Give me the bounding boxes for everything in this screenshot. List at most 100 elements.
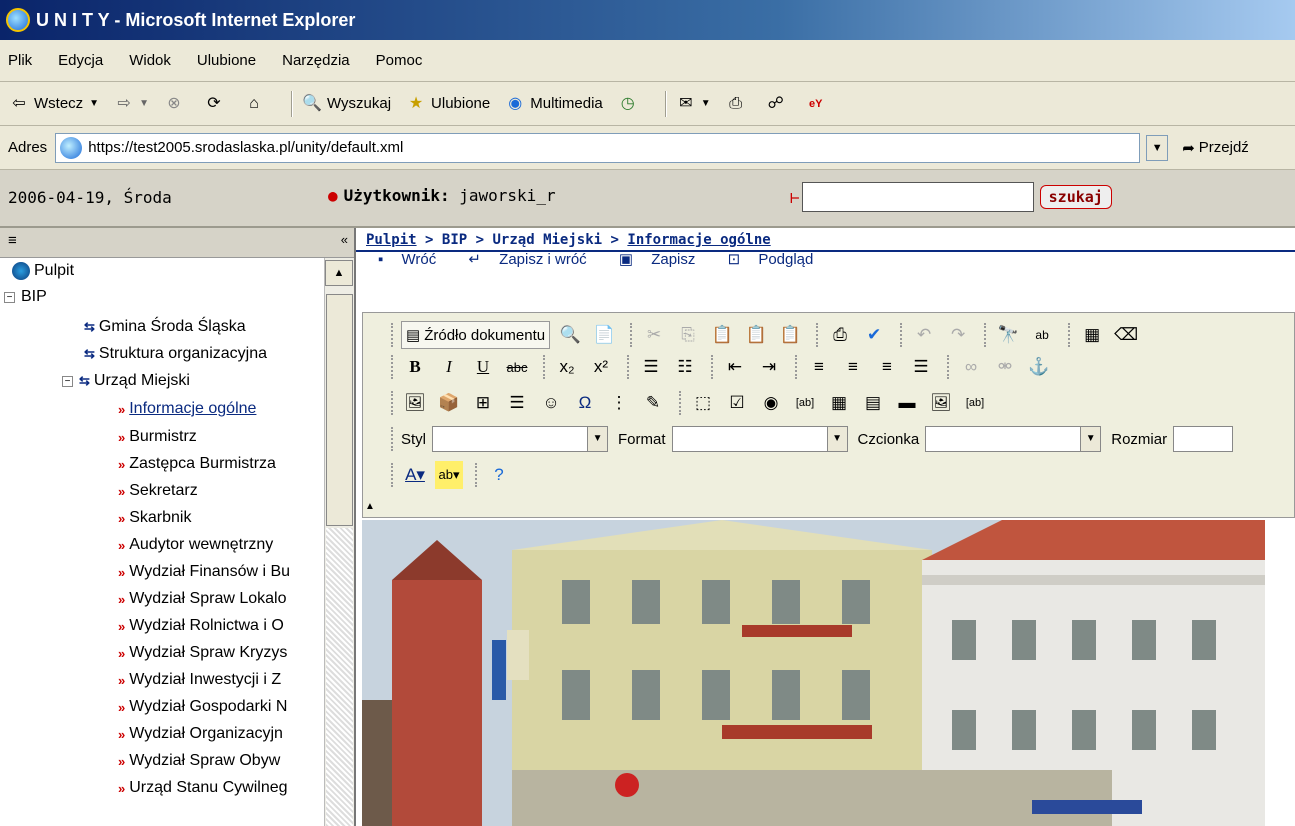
stop-button[interactable]: ⊗ — [163, 93, 189, 115]
outdent-icon[interactable]: ⇤ — [721, 353, 749, 381]
collapse-toggle-icon[interactable]: − — [62, 375, 73, 387]
template-icon[interactable]: 📄 — [590, 321, 618, 349]
preview-icon[interactable]: 🔍 — [556, 321, 584, 349]
preview-action[interactable]: ⊡ Podgląd — [728, 251, 828, 268]
tree-node[interactable]: ⇆ Struktura organizacyjna — [84, 345, 267, 363]
find-icon[interactable]: 🔭 — [994, 321, 1022, 349]
redo-icon[interactable]: ↷ — [944, 321, 972, 349]
sidebar-scrollbar[interactable]: ▲ — [324, 258, 354, 826]
search-submit-button[interactable]: szukaj — [1039, 185, 1112, 209]
form-icon[interactable]: ⬚ — [689, 389, 717, 417]
rule-icon[interactable]: ☰ — [503, 389, 531, 417]
tree-node[interactable]: » Wydział Gospodarki N — [118, 698, 287, 716]
image-button-icon[interactable]: 🖼 — [927, 389, 955, 417]
tree-node[interactable]: » Skarbnik — [118, 509, 191, 527]
media-button[interactable]: ◉ Multimedia — [504, 93, 603, 115]
style-select[interactable]: Styl ▼ — [401, 426, 609, 452]
search-input[interactable] — [801, 182, 1034, 212]
page-break-icon[interactable]: ⋮ — [605, 389, 633, 417]
textarea-icon[interactable]: ▦ — [825, 389, 853, 417]
print-button[interactable]: ⎙ — [725, 93, 751, 115]
tree-node[interactable]: » Wydział Spraw Kryzys — [118, 644, 287, 662]
tree-node[interactable]: » Wydział Finansów i Bu — [118, 563, 290, 581]
align-justify-icon[interactable]: ☰ — [907, 353, 935, 381]
radio-icon[interactable]: ◉ — [757, 389, 785, 417]
breadcrumb-bip[interactable]: BIP — [442, 232, 467, 248]
tree-node[interactable]: ⇆ Gmina Środa Śląska — [84, 318, 246, 336]
collapse-toggle-icon[interactable]: − — [4, 291, 15, 303]
help-icon[interactable]: ? — [485, 461, 513, 489]
tree-node[interactable]: » Burmistrz — [118, 428, 197, 446]
hidden-field-icon[interactable]: [ab] — [961, 389, 989, 417]
tree-node-pulpit[interactable]: Pulpit — [12, 262, 74, 280]
refresh-button[interactable]: ⟳ — [203, 93, 229, 115]
menu-edycja[interactable]: Edycja — [58, 52, 103, 69]
tree-node[interactable]: » Sekretarz — [118, 482, 198, 500]
tree-node-bip[interactable]: − BIP — [4, 288, 47, 306]
ebay-button[interactable]: eY — [805, 93, 831, 115]
font-select[interactable]: Czcionka ▼ — [858, 426, 1102, 452]
tree-node[interactable]: » Wydział Spraw Lokalo — [118, 590, 287, 608]
replace-icon[interactable]: ab — [1028, 321, 1056, 349]
indent-icon[interactable]: ⇥ — [755, 353, 783, 381]
text-color-highlight-icon[interactable]: ✎ — [639, 389, 667, 417]
save-and-back-action[interactable]: ↵ Zapisz i wróć — [468, 251, 600, 268]
tree-node[interactable]: » Wydział Spraw Obyw — [118, 752, 280, 770]
copy-icon[interactable]: ⎘ — [674, 321, 702, 349]
sidebar-collapse-button[interactable]: « — [341, 232, 348, 247]
save-action[interactable]: ▣ Zapisz — [619, 251, 710, 268]
tree-node[interactable]: » Urząd Stanu Cywilneg — [118, 779, 288, 797]
background-color-icon[interactable]: ab▾ — [435, 461, 463, 489]
format-select[interactable]: Format ▼ — [618, 426, 848, 452]
italic-icon[interactable]: I — [435, 353, 463, 381]
mail-button[interactable]: ✉ ▼ — [675, 93, 711, 115]
menu-ulubione[interactable]: Ulubione — [197, 52, 256, 69]
superscript-icon[interactable]: x² — [587, 353, 615, 381]
bold-icon[interactable]: B — [401, 353, 429, 381]
tree-node[interactable]: » Wydział Organizacyjn — [118, 725, 283, 743]
cut-icon[interactable]: ✂ — [640, 321, 668, 349]
tree-node[interactable]: » Zastępca Burmistrza — [118, 455, 276, 473]
toolbar-collapse-icon[interactable]: ▲ — [365, 501, 375, 512]
paste-icon[interactable]: 📋 — [708, 321, 736, 349]
tree-node-urzad[interactable]: − ⇆ Urząd Miejski — [62, 372, 190, 390]
address-input[interactable]: https://test2005.srodaslaska.pl/unity/de… — [55, 132, 1141, 163]
print-icon[interactable]: ⎙ — [826, 321, 854, 349]
subscript-icon[interactable]: x₂ — [553, 353, 581, 381]
flash-icon[interactable]: 📦 — [435, 389, 463, 417]
eraser-icon[interactable]: ⌫ — [1112, 321, 1140, 349]
menu-pomoc[interactable]: Pomoc — [376, 52, 423, 69]
favorites-button[interactable]: ★ Ulubione — [405, 93, 490, 115]
search-button[interactable]: 🔍 Wyszukaj — [301, 93, 391, 115]
image-icon[interactable]: 🖼 — [401, 389, 429, 417]
link-icon[interactable]: ∞ — [957, 353, 985, 381]
spellcheck-icon[interactable]: ✔ — [860, 321, 888, 349]
go-button[interactable]: ➦ Przejdź — [1182, 139, 1249, 157]
textfield-icon[interactable]: [ab] — [791, 389, 819, 417]
undo-icon[interactable]: ↶ — [910, 321, 938, 349]
special-char-icon[interactable]: Ω — [571, 389, 599, 417]
strikethrough-icon[interactable]: abc — [503, 353, 531, 381]
paste-text-icon[interactable]: 📋 — [742, 321, 770, 349]
menu-plik[interactable]: Plik — [8, 52, 32, 69]
tree-node[interactable]: » Wydział Rolnictwa i O — [118, 617, 284, 635]
select-field-icon[interactable]: ▤ — [859, 389, 887, 417]
text-color-icon[interactable]: A▾ — [401, 461, 429, 489]
smiley-icon[interactable]: ☺ — [537, 389, 565, 417]
select-all-icon[interactable]: ▦ — [1078, 321, 1106, 349]
messenger-button[interactable]: ☍ — [765, 93, 791, 115]
scroll-up-arrow-icon[interactable]: ▲ — [325, 260, 353, 286]
unlink-icon[interactable]: ⚮ — [991, 353, 1019, 381]
home-button[interactable]: ⌂ — [243, 93, 269, 115]
address-dropdown-button[interactable]: ▼ — [1146, 134, 1169, 161]
size-select[interactable]: Rozmiar — [1111, 426, 1234, 452]
breadcrumb-urzad[interactable]: Urząd Miejski — [493, 232, 603, 248]
scrollbar-thumb[interactable] — [326, 294, 353, 526]
tree-node-active[interactable]: » Informacje ogólne — [118, 400, 256, 418]
menu-narzedzia[interactable]: Narzędzia — [282, 52, 350, 69]
button-field-icon[interactable]: ▬ — [893, 389, 921, 417]
scrollbar-track[interactable] — [326, 528, 353, 826]
underline-icon[interactable]: U — [469, 353, 497, 381]
align-right-icon[interactable]: ≡ — [873, 353, 901, 381]
table-icon[interactable]: ⊞ — [469, 389, 497, 417]
